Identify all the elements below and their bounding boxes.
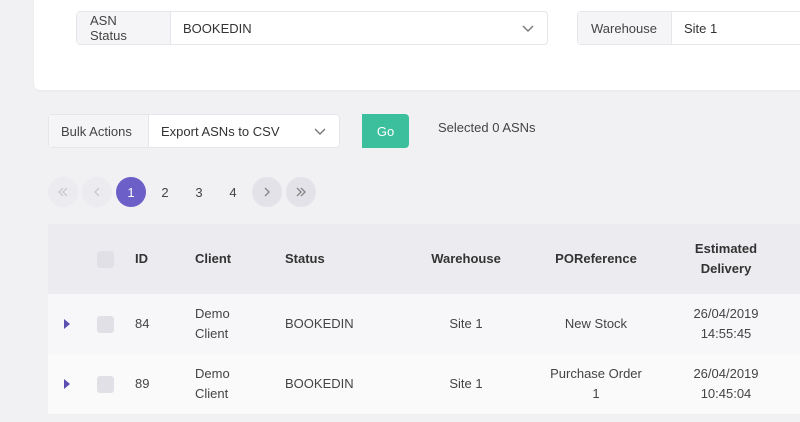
asn-status-select[interactable]: BOOKEDIN bbox=[171, 12, 547, 44]
row-client-line2: Client bbox=[195, 326, 229, 341]
chevron-down-icon bbox=[522, 25, 534, 32]
row-client-line1: Demo bbox=[195, 306, 230, 321]
expand-row-icon[interactable] bbox=[64, 354, 70, 414]
header-estimated-delivery-line1: Estimated bbox=[694, 241, 758, 256]
header-id[interactable]: ID bbox=[135, 224, 148, 294]
go-button[interactable]: Go bbox=[362, 114, 409, 148]
table-header: ID Client Status Warehouse POReference E… bbox=[48, 224, 800, 294]
row-poreference: New Stock bbox=[536, 294, 656, 354]
chevron-right-icon bbox=[264, 187, 270, 197]
asn-status-value: BOOKEDIN bbox=[183, 20, 252, 36]
row-status: BOOKEDIN bbox=[285, 376, 354, 391]
select-all-checkbox[interactable] bbox=[97, 224, 114, 294]
chevron-down-icon bbox=[314, 128, 326, 135]
selected-count-text: Selected 0 ASNs bbox=[438, 120, 536, 135]
row-id: 89 bbox=[135, 376, 150, 391]
asn-status-label: ASN Status bbox=[77, 12, 171, 44]
warehouse-value: Site 1 bbox=[684, 20, 718, 36]
bulk-actions-label: Bulk Actions bbox=[49, 115, 149, 147]
row-client: Demo Client bbox=[195, 354, 230, 414]
header-poreference[interactable]: POReference bbox=[536, 224, 656, 294]
row-client-line1: Demo bbox=[195, 366, 230, 381]
double-chevron-left-icon bbox=[58, 187, 68, 197]
filter-panel: ASN Status BOOKEDIN Warehouse Site 1 bbox=[34, 0, 800, 90]
row-po-line2: 1 bbox=[592, 386, 600, 401]
header-warehouse[interactable]: Warehouse bbox=[416, 224, 516, 294]
asn-table: ID Client Status Warehouse POReference E… bbox=[48, 224, 800, 414]
row-checkbox[interactable] bbox=[97, 354, 114, 414]
bulk-actions-value: Export ASNs to CSV bbox=[161, 123, 280, 139]
row-checkbox[interactable] bbox=[97, 294, 114, 354]
header-estimated-delivery[interactable]: Estimated Delivery bbox=[676, 224, 776, 294]
warehouse-filter[interactable]: Warehouse Site 1 bbox=[577, 11, 800, 45]
row-warehouse: Site 1 bbox=[449, 376, 483, 391]
row-time: 10:45:04 bbox=[700, 386, 752, 401]
header-estimated-delivery-line2: Delivery bbox=[700, 261, 752, 276]
chevron-left-icon bbox=[94, 187, 100, 197]
row-warehouse: Site 1 bbox=[449, 316, 483, 331]
row-po-line1: New Stock bbox=[564, 316, 628, 331]
bulk-actions-group[interactable]: Bulk Actions Export ASNs to CSV bbox=[48, 114, 340, 148]
row-client: Demo Client bbox=[195, 294, 230, 354]
table-row[interactable]: 84 Demo Client BOOKEDIN Site 1 New Stock… bbox=[48, 294, 800, 354]
row-time: 14:55:45 bbox=[700, 326, 752, 341]
page-1-button[interactable]: 1 bbox=[116, 177, 146, 207]
header-client[interactable]: Client bbox=[195, 224, 231, 294]
next-page-button[interactable] bbox=[252, 177, 282, 207]
pagination: 1 2 3 4 bbox=[48, 177, 320, 207]
warehouse-label: Warehouse bbox=[578, 12, 672, 44]
asn-status-filter[interactable]: ASN Status BOOKEDIN bbox=[76, 11, 548, 45]
last-page-button[interactable] bbox=[286, 177, 316, 207]
page-3-button[interactable]: 3 bbox=[184, 177, 214, 207]
page-4-button[interactable]: 4 bbox=[218, 177, 248, 207]
warehouse-select[interactable]: Site 1 bbox=[672, 12, 800, 44]
row-date: 26/04/2019 bbox=[693, 306, 759, 321]
row-client-line2: Client bbox=[195, 386, 229, 401]
expand-row-icon[interactable] bbox=[64, 294, 70, 354]
prev-page-button[interactable] bbox=[82, 177, 112, 207]
double-chevron-right-icon bbox=[296, 187, 306, 197]
row-poreference: Purchase Order 1 bbox=[536, 354, 656, 414]
table-row[interactable]: 89 Demo Client BOOKEDIN Site 1 Purchase … bbox=[48, 354, 800, 414]
row-estimated-delivery: 26/04/2019 14:55:45 bbox=[676, 294, 776, 354]
row-date: 26/04/2019 bbox=[693, 366, 759, 381]
row-estimated-delivery: 26/04/2019 10:45:04 bbox=[676, 354, 776, 414]
first-page-button[interactable] bbox=[48, 177, 78, 207]
row-id: 84 bbox=[135, 316, 150, 331]
row-po-line1: Purchase Order bbox=[550, 366, 642, 381]
row-status: BOOKEDIN bbox=[285, 316, 354, 331]
bulk-actions-select[interactable]: Export ASNs to CSV bbox=[149, 115, 339, 147]
page-2-button[interactable]: 2 bbox=[150, 177, 180, 207]
header-status[interactable]: Status bbox=[285, 224, 325, 294]
